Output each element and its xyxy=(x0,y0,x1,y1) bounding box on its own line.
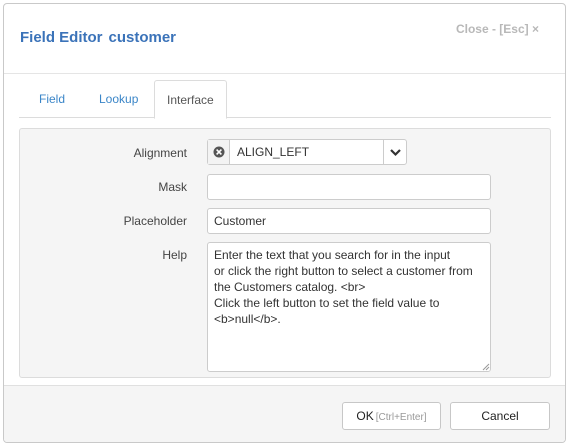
mask-label: Mask xyxy=(158,180,187,194)
tab-lookup[interactable]: Lookup xyxy=(87,80,150,118)
dialog-title: Field Editor customer xyxy=(20,29,176,46)
close-button[interactable]: Close - [Esc] × xyxy=(456,22,539,36)
ok-button[interactable]: OK [Ctrl+Enter] xyxy=(342,402,441,430)
tab-bar: Field Lookup Interface xyxy=(19,80,551,119)
tab-field[interactable]: Field xyxy=(27,80,77,118)
resize-handle-icon[interactable] xyxy=(482,363,490,371)
chevron-down-icon xyxy=(390,149,401,157)
dialog-title-prefix: Field Editor xyxy=(20,29,103,46)
mask-input[interactable] xyxy=(207,174,491,200)
alignment-value: ALIGN_LEFT xyxy=(237,145,310,159)
dialog-footer: OK [Ctrl+Enter] Cancel xyxy=(4,385,565,442)
dialog-header: Field Editor customer Close - [Esc] × xyxy=(4,4,565,74)
alignment-dropdown-button[interactable] xyxy=(383,140,406,164)
field-editor-dialog: Field Editor customer Close - [Esc] × Fie… xyxy=(3,3,566,443)
dialog-title-name: customer xyxy=(108,29,177,46)
ok-label: OK xyxy=(356,409,374,423)
help-textarea[interactable]: Enter the text that you search for in th… xyxy=(207,242,491,372)
cancel-button[interactable]: Cancel xyxy=(450,402,550,430)
alignment-label: Alignment xyxy=(133,146,187,160)
interface-panel: Alignment ALIGN_LEFT Mask Placeholder He… xyxy=(19,128,551,378)
alignment-select[interactable]: ALIGN_LEFT xyxy=(207,139,407,165)
placeholder-input[interactable] xyxy=(207,208,491,234)
tab-interface[interactable]: Interface xyxy=(154,80,227,119)
clear-button[interactable] xyxy=(208,140,230,164)
ok-shortcut: [Ctrl+Enter] xyxy=(375,412,427,423)
placeholder-label: Placeholder xyxy=(123,214,187,228)
help-label: Help xyxy=(162,248,187,262)
clear-icon xyxy=(213,146,225,158)
